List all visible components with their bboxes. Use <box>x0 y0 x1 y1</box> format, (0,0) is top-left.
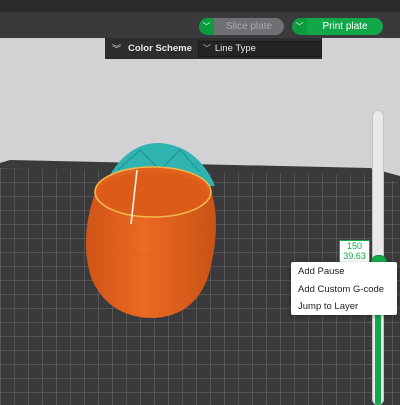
color-scheme-selected-value: Line Type <box>214 43 256 54</box>
layer-number: 150 <box>346 241 363 251</box>
select-chevron-icon: ﹀ <box>202 44 211 53</box>
slice-plate-button[interactable]: Slice plate <box>214 18 284 35</box>
color-scheme-select[interactable]: ﹀ Line Type <box>197 40 322 57</box>
menu-item-jump-to-layer[interactable]: Jump to Layer <box>291 299 397 315</box>
model-interior <box>98 172 208 216</box>
layer-height: 39.63 <box>343 251 366 261</box>
menu-item-add-pause[interactable]: Add Pause <box>291 264 397 280</box>
layer-context-menu: Add Pause Add Custom G-code Jump to Laye… <box>291 262 397 315</box>
title-strip <box>0 0 400 12</box>
menu-item-add-custom-gcode[interactable]: Add Custom G-code <box>291 282 397 298</box>
collapse-double-chevron-icon[interactable]: ︾ <box>112 42 124 55</box>
print-plate-button[interactable]: Print plate <box>307 18 383 35</box>
3d-viewport[interactable] <box>0 0 400 405</box>
layer-value-label: 150 39.63 <box>339 240 370 264</box>
color-scheme-panel: ︾ Color Scheme ﹀ Line Type <box>105 38 322 59</box>
color-scheme-title: Color Scheme <box>128 43 192 54</box>
slice-plate-button-group: ﹀ Slice plate <box>199 18 284 35</box>
slice-dropdown-chevron-icon[interactable]: ﹀ <box>199 18 214 35</box>
print-plate-button-group: ﹀ Print plate <box>292 18 383 35</box>
print-dropdown-chevron-icon[interactable]: ﹀ <box>292 18 307 35</box>
